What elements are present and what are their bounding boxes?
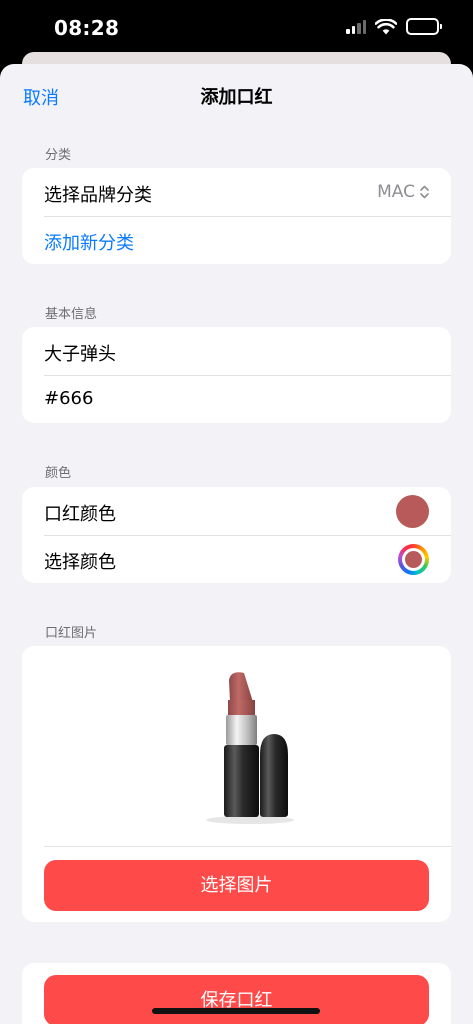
brand-picker-label: 选择品牌分类	[44, 185, 152, 206]
lipstick-color-label: 口红颜色	[44, 504, 116, 525]
choose-color-row[interactable]: 选择颜色	[22, 535, 451, 583]
cellular-signal-icon	[346, 19, 366, 34]
selected-brand: MAC	[377, 182, 415, 202]
lipstick-image-area	[22, 646, 451, 846]
brand-picker-value[interactable]: MAC	[377, 182, 429, 202]
save-card: 保存口红	[22, 963, 451, 1024]
status-bar: 08:28	[0, 0, 473, 56]
lipstick-color-row: 口红颜色	[22, 487, 451, 535]
basic-info-section-label: 基本信息	[45, 307, 98, 322]
image-divider	[44, 846, 451, 847]
color-card: 口红颜色 选择颜色	[22, 487, 451, 583]
status-time: 08:28	[54, 16, 120, 40]
brand-picker-row[interactable]: 选择品牌分类 MAC	[22, 168, 451, 216]
lipstick-code-field[interactable]: #666	[44, 388, 93, 409]
color-picker-icon[interactable]	[398, 544, 429, 575]
code-field-row[interactable]: #666	[22, 375, 451, 423]
choose-color-label: 选择颜色	[44, 552, 116, 573]
name-field-row[interactable]: 大子弹头	[22, 327, 451, 375]
lipstick-name-field[interactable]: 大子弹头	[44, 340, 116, 366]
chevron-up-down-icon	[420, 185, 429, 199]
save-lipstick-button[interactable]: 保存口红	[44, 975, 429, 1024]
status-icons	[346, 18, 442, 35]
page-title: 添加口红	[200, 87, 273, 108]
color-section-label: 颜色	[45, 466, 72, 481]
category-card: 选择品牌分类 MAC 添加新分类	[22, 168, 451, 264]
basic-info-card: 大子弹头 #666	[22, 327, 451, 423]
lipstick-image	[206, 672, 294, 824]
choose-image-button[interactable]: 选择图片	[44, 860, 429, 911]
battery-icon	[406, 18, 442, 35]
wifi-icon	[375, 18, 397, 34]
image-card: 选择图片	[22, 646, 451, 922]
color-swatch	[396, 495, 429, 528]
category-section-label: 分类	[45, 148, 72, 163]
add-category-link[interactable]: 添加新分类	[44, 229, 134, 255]
add-lipstick-sheet: 取消 添加口红 分类 选择品牌分类 MAC 添加新分类 基本信息 大子弹头 #6…	[0, 64, 473, 1024]
image-section-label: 口红图片	[45, 626, 98, 641]
add-category-row[interactable]: 添加新分类	[22, 216, 451, 264]
home-indicator	[152, 1008, 320, 1014]
